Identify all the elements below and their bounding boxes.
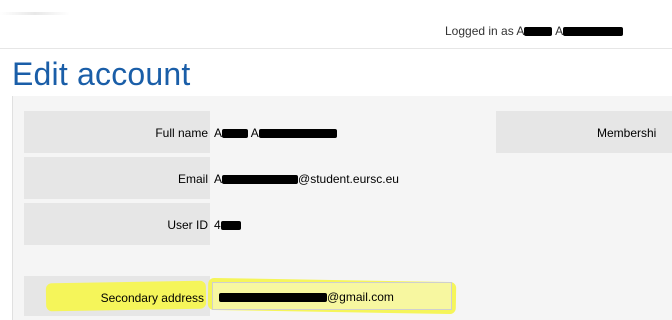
logged-in-label: Logged in as: [445, 24, 514, 38]
redacted-email-local: [222, 175, 299, 185]
secondary-address-input[interactable]: @gmail.com: [212, 282, 452, 310]
full-name-value: A A: [214, 126, 337, 140]
user-id-label: User ID: [167, 218, 208, 232]
redacted-first-name: [222, 129, 249, 139]
redacted-last-name: [258, 129, 337, 139]
email-value: A @student.eursc.eu: [214, 172, 399, 186]
page-title: Edit account: [12, 56, 191, 92]
email-domain: @student.eursc.eu: [298, 172, 399, 186]
secondary-address-domain: @gmail.com: [327, 290, 394, 304]
redacted-user-first: [524, 27, 553, 37]
membership-label: Membershi: [597, 126, 657, 140]
email-first-initial: A: [214, 172, 223, 186]
redacted-user-id: [220, 221, 241, 231]
logo-remnant: [0, 12, 70, 15]
user-first-initial: A: [516, 24, 525, 38]
full-name-label: Full name: [155, 126, 208, 140]
user-id-value: 4: [214, 218, 241, 232]
email-label: Email: [177, 172, 208, 186]
logged-in-status: Logged in as A A: [445, 24, 624, 38]
user-second-initial: A: [555, 24, 564, 38]
redacted-user-last: [563, 27, 624, 37]
user-id-prefix: 4: [214, 218, 221, 232]
full-name-first-initial: A: [214, 126, 223, 140]
redacted-secondary-local: [219, 293, 327, 303]
full-name-second-initial: A: [250, 126, 259, 140]
secondary-address-label: Secondary address: [100, 291, 204, 305]
